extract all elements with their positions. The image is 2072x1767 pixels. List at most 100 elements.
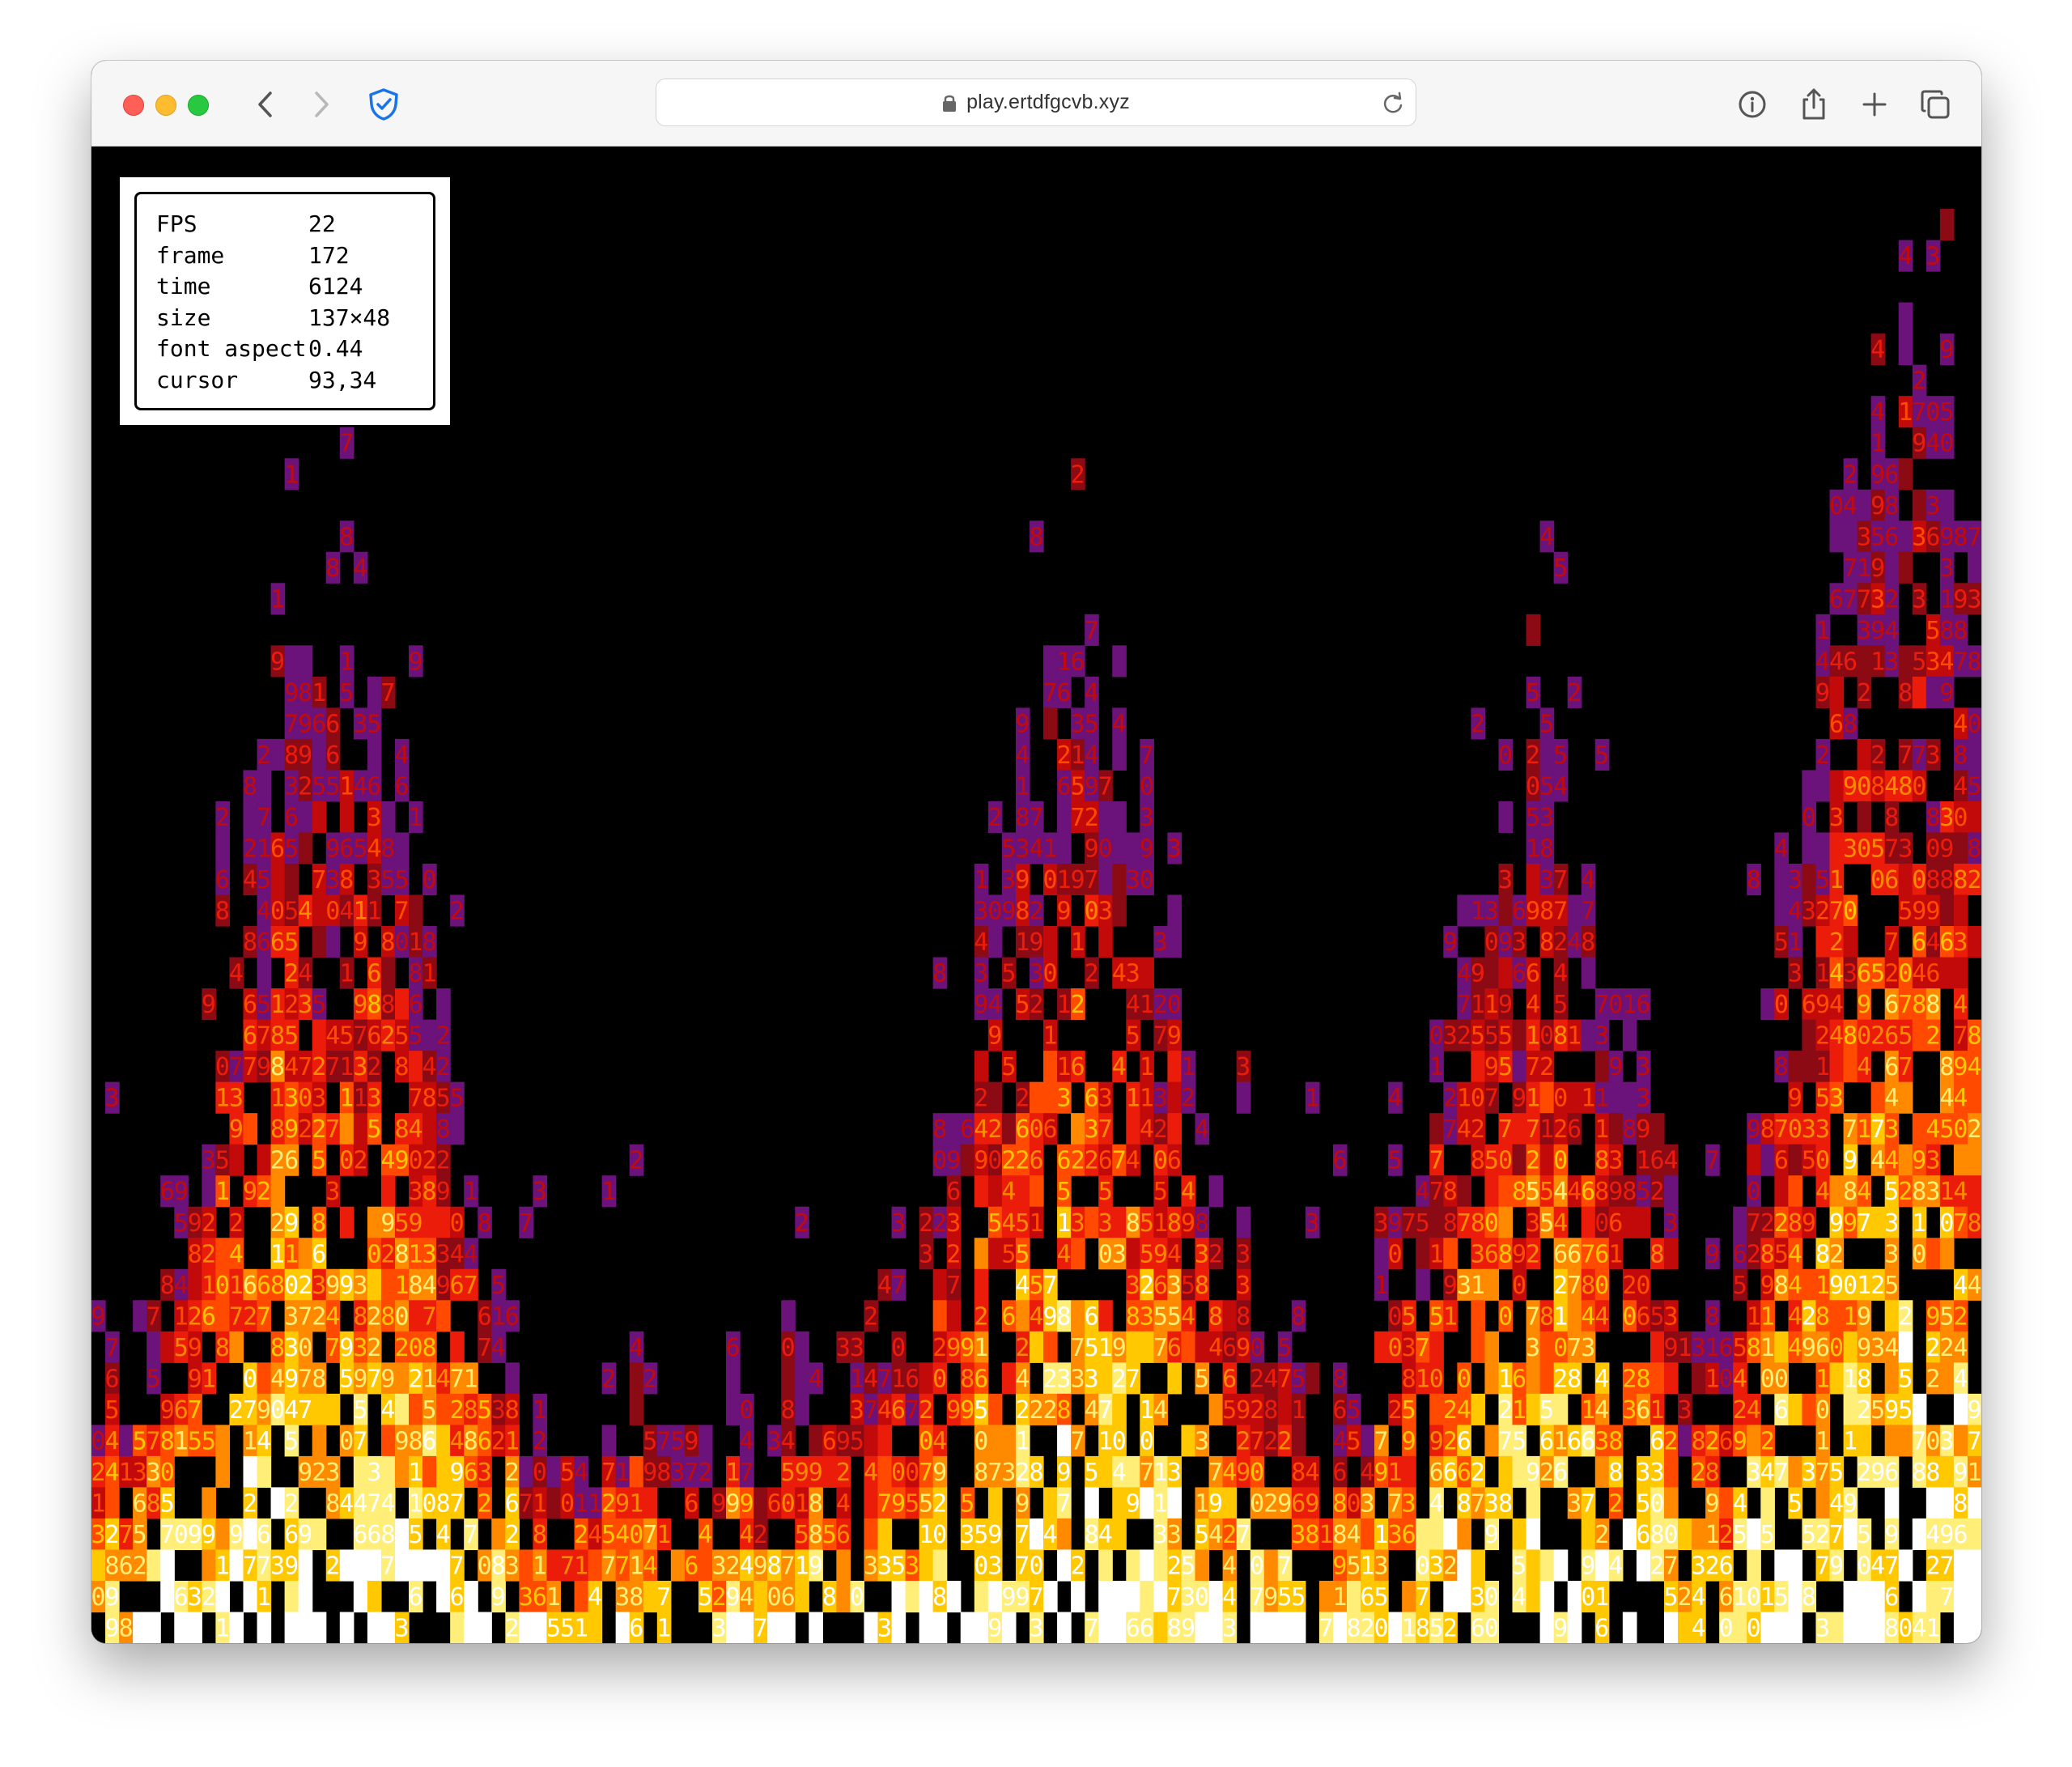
fire-cell: [284, 1580, 299, 1613]
fire-glyph: 9: [1939, 336, 1954, 364]
fire-glyph: 2: [1085, 804, 1099, 832]
address-bar[interactable]: play.ertdfgcvb.xyz: [656, 79, 1416, 126]
fire-glyph: 2: [1815, 1521, 1830, 1549]
fire-glyph: 7: [1071, 1427, 1085, 1455]
fire-glyph: 2: [215, 804, 230, 832]
fire-glyph: 6: [1085, 1302, 1099, 1331]
fire-glyph: 9: [353, 991, 367, 1019]
fire-glyph: 3: [229, 1085, 244, 1113]
fire-glyph: 6: [1843, 648, 1858, 676]
fire-glyph: 2: [257, 741, 271, 770]
fire-glyph: 7: [160, 1521, 175, 1549]
fire-glyph: 9: [1705, 1489, 1720, 1518]
share-icon[interactable]: [1796, 87, 1832, 122]
fire-glyph: 8: [1195, 1209, 1209, 1238]
fire-glyph: 7: [1884, 928, 1899, 957]
fire-glyph: 4: [1663, 1147, 1678, 1175]
zoom-window-button[interactable]: [188, 95, 209, 116]
fire-glyph: 3: [298, 991, 312, 1019]
fire-glyph: 7: [1581, 1240, 1595, 1268]
fire-cell: [1650, 1362, 1665, 1395]
fire-glyph: 3: [1029, 960, 1043, 988]
chevron-left-icon[interactable]: [248, 87, 283, 122]
tab-overview-icon[interactable]: [1917, 87, 1953, 122]
fire-glyph: 6: [1733, 1240, 1747, 1268]
fire-glyph: 2: [312, 1459, 326, 1487]
fire-glyph: 5: [1802, 1521, 1816, 1549]
fire-glyph: 5: [1939, 1115, 1954, 1144]
fire-glyph: 9: [408, 1209, 422, 1238]
fire-glyph: 6: [1512, 960, 1526, 988]
fire-glyph: 1: [1140, 991, 1154, 1019]
fire-glyph: 1: [1140, 1085, 1154, 1113]
fire-glyph: 4: [643, 1552, 657, 1580]
fire-glyph: 1: [1857, 554, 1871, 583]
fire-glyph: 5: [1884, 1272, 1899, 1300]
minimize-window-button[interactable]: [155, 95, 176, 116]
close-window-button[interactable]: [123, 95, 144, 116]
fire-glyph: 3: [1857, 523, 1871, 551]
chevron-right-icon[interactable]: [304, 87, 339, 122]
fire-glyph: 2: [1153, 1115, 1168, 1144]
fire-glyph: 7: [946, 1272, 961, 1300]
fire-glyph: 5: [1939, 1302, 1954, 1331]
fire-cell: [1416, 1518, 1430, 1551]
fire-glyph: 9: [1843, 772, 1858, 801]
fire-glyph: 9: [436, 1178, 451, 1206]
fire-glyph: 0: [781, 1489, 796, 1518]
fire-cell: [1195, 1612, 1210, 1643]
fire-cell: [864, 1518, 879, 1551]
fire-glyph: 3: [1085, 1365, 1099, 1393]
fire-glyph: 6: [450, 1583, 465, 1612]
fire-glyph: 4: [1457, 960, 1471, 988]
fire-glyph: 3: [670, 1459, 685, 1487]
fire-cell: [919, 1549, 934, 1582]
fire-cell: [1622, 1206, 1637, 1238]
fire-glyph: 8: [325, 1489, 340, 1518]
fire-glyph: 5: [436, 1085, 451, 1113]
fire-glyph: 4: [1512, 1583, 1526, 1612]
fire-glyph: 1: [726, 1459, 741, 1487]
fire-glyph: 6: [353, 1521, 367, 1549]
fire-cell: [394, 1393, 410, 1425]
fire-glyph: 4: [1884, 1085, 1899, 1113]
fire-glyph: 9: [491, 1583, 506, 1612]
fire-glyph: 1: [1581, 1085, 1595, 1113]
plus-icon[interactable]: [1857, 87, 1892, 122]
fire-glyph: 5: [1539, 772, 1554, 801]
fire-glyph: 4: [1112, 1459, 1127, 1487]
fire-glyph: 3: [1057, 1085, 1072, 1113]
fire-glyph: 5: [284, 928, 299, 957]
fire-glyph: 8: [270, 1115, 285, 1144]
fire-cell: [367, 738, 382, 771]
fire-cell: [394, 1518, 410, 1551]
fire-glyph: 1: [1057, 1209, 1072, 1238]
fire-glyph: 9: [1402, 1427, 1416, 1455]
info-icon[interactable]: [1734, 87, 1770, 122]
fire-glyph: 6: [1594, 1240, 1609, 1268]
fire-cell: [229, 1331, 244, 1363]
fire-cell: [1443, 1238, 1458, 1270]
fire-cell: [1471, 1300, 1486, 1332]
fire-cell: [325, 926, 341, 958]
fire-glyph: 5: [339, 679, 354, 707]
fire-cell: [367, 1612, 382, 1643]
fire-glyph: 5: [1277, 1334, 1292, 1362]
fire-glyph: 2: [1443, 1085, 1458, 1113]
fire-glyph: 5: [1884, 1178, 1899, 1206]
fire-cell: [1043, 707, 1058, 740]
fire-glyph: 5: [1663, 1583, 1678, 1612]
fire-glyph: 6: [726, 1334, 741, 1362]
fire-cell: [1567, 1612, 1582, 1643]
fire-glyph: 2: [353, 1147, 367, 1175]
fire-glyph: 3: [353, 1053, 367, 1081]
fire-glyph: 2: [698, 1459, 712, 1487]
fire-glyph: 4: [353, 1489, 367, 1518]
fire-canvas[interactable]: 9021303765442899176853652757386898057954…: [91, 147, 1981, 1643]
privacy-shield-icon[interactable]: [366, 87, 401, 122]
fire-glyph: 5: [1733, 1521, 1747, 1549]
reload-icon[interactable]: [1382, 91, 1404, 119]
fire-glyph: 6: [1815, 1334, 1830, 1362]
fire-glyph: 3: [1926, 1178, 1940, 1206]
fire-glyph: 5: [1539, 1396, 1554, 1425]
